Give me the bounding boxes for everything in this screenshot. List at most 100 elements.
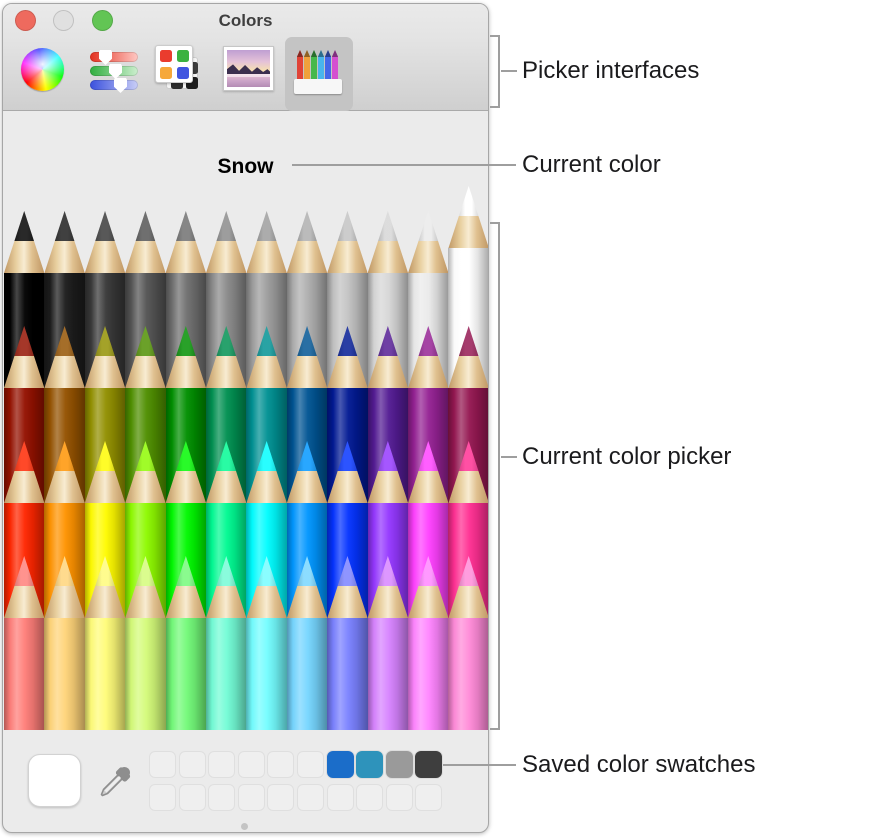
pencil-tip [448,556,488,618]
resize-dot[interactable] [241,823,248,830]
pencil-body [368,618,408,730]
pencil-tip-core [448,326,488,356]
pencil-tip [4,441,44,503]
pencil-wood [85,356,125,388]
empty-swatch[interactable] [179,784,206,811]
pencil-tip [85,211,125,273]
empty-swatch[interactable] [415,784,442,811]
picker-interfaces-bracket [490,35,500,108]
pencil-tip-core [368,441,408,471]
empty-swatch[interactable] [267,751,294,778]
pencil-tip [166,556,206,618]
empty-swatch[interactable] [297,784,324,811]
pencil-wood [408,471,448,503]
pencil-body [327,618,367,730]
pencil[interactable] [448,556,488,730]
saved-swatch[interactable] [386,751,413,778]
empty-swatch[interactable] [267,784,294,811]
empty-swatch[interactable] [238,784,265,811]
slider-knob [109,64,122,79]
pencil[interactable] [408,556,448,730]
pencil-wood [125,241,165,273]
pencil-wood [368,586,408,618]
pencil-tip [44,326,84,388]
pencil-tip [408,441,448,503]
pencil[interactable] [246,556,286,730]
pencil-body [206,618,246,730]
pencil-tip-core [246,556,286,586]
window-title: Colors [3,11,488,31]
pencil[interactable] [85,556,125,730]
pencil-tip [85,556,125,618]
empty-swatch[interactable] [149,784,176,811]
empty-swatch[interactable] [386,784,413,811]
pencil-tip-core [206,326,246,356]
empty-swatch[interactable] [356,784,383,811]
pencil-tip-core [85,326,125,356]
empty-swatch[interactable] [179,751,206,778]
pencil-tip-core [287,556,327,586]
pencil-tip-core [206,556,246,586]
pencil-body [287,618,327,730]
pencil-body [246,618,286,730]
color-sliders-picker-icon[interactable] [89,50,141,92]
pencil-wood [448,356,488,388]
pencil[interactable] [287,556,327,730]
pencil-wood [166,586,206,618]
pencil-wood [4,471,44,503]
pencil-wood [448,586,488,618]
pencil-tip [246,211,286,273]
pencil-tip [206,326,246,388]
saved-swatch[interactable] [356,751,383,778]
pencil-tip [287,441,327,503]
empty-swatch[interactable] [149,751,176,778]
pencil[interactable] [327,556,367,730]
pencil-tip-core [4,441,44,471]
pencil-tip-core [246,441,286,471]
empty-swatch[interactable] [208,784,235,811]
pencil-tip-core [4,326,44,356]
color-palettes-picker-icon[interactable] [155,45,205,95]
pencil[interactable] [4,556,44,730]
color-wheel-picker-icon[interactable] [21,48,64,91]
saved-swatch[interactable] [327,751,354,778]
pencil-wood [85,241,125,273]
slider-knob [99,50,112,65]
pencil-tip-core [287,441,327,471]
pencil-wood [246,356,286,388]
pencil-wood [327,586,367,618]
pencil[interactable] [125,556,165,730]
pencil-tip-core [166,441,206,471]
pencil-box [294,79,342,94]
pencils-picker-icon[interactable] [294,50,346,96]
pencil[interactable] [206,556,246,730]
swatch-grid [149,751,442,811]
pencil-body [4,618,44,730]
image-palettes-picker-icon[interactable] [223,46,274,91]
saved-swatch[interactable] [415,751,442,778]
pencil-tip-core [85,211,125,241]
pencil[interactable] [166,556,206,730]
pencil-wood [287,586,327,618]
pencil-tip [368,211,408,273]
pencil-tip [246,556,286,618]
pencil-tip-core [125,211,165,241]
empty-swatch[interactable] [327,784,354,811]
pencil-tip [368,441,408,503]
current-color-well[interactable] [28,754,81,807]
pencil-wood [246,241,286,273]
window-chrome: Colors [3,4,488,111]
pencil-tip [125,326,165,388]
pencil-tip [206,211,246,273]
empty-swatch[interactable] [208,751,235,778]
pencil-tip-core [44,441,84,471]
pencil-wood [327,241,367,273]
saved-swatches-label: Saved color swatches [522,751,755,779]
eyedropper-icon[interactable] [95,762,135,802]
pencil-tip-core [448,441,488,471]
empty-swatch[interactable] [297,751,324,778]
pencil[interactable] [44,556,84,730]
pencil-wood [85,471,125,503]
pencil[interactable] [368,556,408,730]
empty-swatch[interactable] [238,751,265,778]
